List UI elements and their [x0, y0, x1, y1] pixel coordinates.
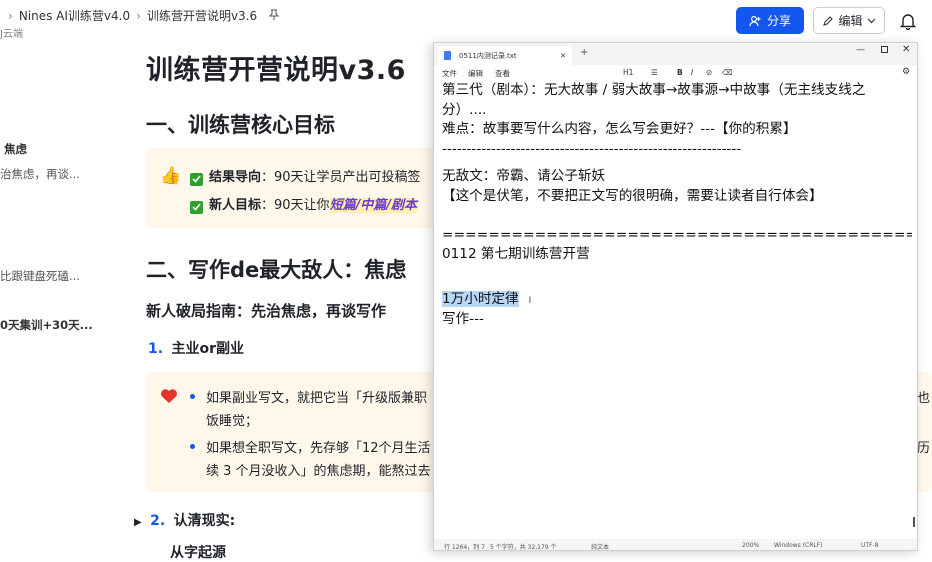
callout-goals: 👍 结果导向：90天让学员产出可投稿签 新人目标：90天让你短篇/中篇/剧本	[146, 148, 446, 228]
collapse-triangle-icon[interactable]: ▶	[134, 517, 142, 528]
share-users-icon	[749, 15, 761, 26]
outline-item-treat-anxiety[interactable]: 治焦虑，再谈...	[0, 166, 80, 182]
maximize-icon[interactable]	[881, 46, 888, 53]
clear-format-icon[interactable]: ⌫	[722, 68, 733, 77]
list-item-face-reality[interactable]: ▶ 2. 认清现实:	[134, 510, 235, 530]
status-line-ending[interactable]: Windows (CRLF)	[774, 542, 823, 549]
notepad-text-area[interactable]: 第三代（剧本）：无大故事 / 弱大故事→故事源→中故事（无主线支线之 分）...…	[442, 81, 912, 329]
bullet-full-time-line1: 如果想全职写文，先存够「12个月生活	[206, 441, 431, 456]
goal-text: ：90天让学员产出可投稿签	[261, 170, 421, 185]
scrollbar-thumb[interactable]	[913, 517, 915, 527]
chevron-right-icon: ›	[8, 8, 13, 23]
bell-icon[interactable]	[899, 12, 917, 34]
outline-item-anxiety[interactable]: 焦虑	[4, 141, 27, 157]
chevron-right-icon: ›	[136, 8, 141, 23]
text-line	[442, 206, 912, 226]
list-number: 1.	[148, 341, 164, 357]
selected-text: 1万小时定律	[442, 291, 519, 307]
text-line: ========================================…	[442, 226, 912, 243]
close-tab-icon[interactable]: ✕	[560, 52, 566, 60]
list-label: 主业or副业	[171, 341, 245, 357]
edit-label: 编辑	[838, 14, 863, 28]
bullet-icon	[190, 394, 195, 399]
text-line: 难点：故事要写什么内容，怎么写会更好？---【你的积累】	[442, 121, 797, 137]
text-line-selected: 1万小时定律 I	[442, 290, 912, 310]
callout-goal-item-1: 结果导向：90天让学员产出可投稿签	[190, 166, 421, 186]
breadcrumb-item-doc[interactable]: 训练营开营说明v3.6	[147, 7, 257, 24]
status-char-count: 5 个字符，共 32,179 个	[490, 544, 557, 551]
text-line: 无敌文：帝霸、请公子斩妖	[442, 168, 606, 184]
text-line: 写作---	[442, 310, 484, 327]
text-line: ----------------------------------------…	[442, 140, 742, 157]
close-window-icon[interactable]: ✕	[902, 44, 910, 55]
goal-label: 新人目标	[209, 198, 262, 213]
checkmark-icon	[190, 200, 203, 214]
page-title: 训练营开营说明v3.6	[146, 55, 406, 86]
list-label: 认清现实:	[173, 513, 236, 529]
section-heading-anxiety: 二、写作de最大敌人：焦虑	[146, 258, 407, 282]
status-position: 行 1264，列 7	[444, 544, 485, 551]
goal-label: 结果导向	[209, 170, 262, 185]
bullet-full-time-line2: 续 3 个月没收入」的焦虑期，能熬过去	[206, 464, 431, 479]
list-icon[interactable]: ☰	[651, 68, 658, 77]
text-line: 0112 第七期训练营开营	[442, 246, 590, 262]
pin-icon[interactable]	[268, 9, 280, 23]
breadcrumb-sub-label: J云端	[0, 29, 23, 40]
list-item-main-or-side: 1. 主业or副业	[148, 338, 244, 358]
goal-text: ：90天让你	[261, 198, 330, 213]
callout-goal-item-2: 新人目标：90天让你短篇/中篇/剧本	[190, 194, 418, 214]
link-icon[interactable]: ⊘	[706, 68, 712, 77]
goal-highlight: 短篇/中篇/剧本	[329, 198, 418, 213]
notepad-status-bar: 行 1264，列 7 5 个字符，共 32,179 个 纯文本 200% Win…	[434, 539, 917, 551]
bullet-side-job-line1: 如果副业写文，就把它当「升级版兼职	[206, 391, 428, 406]
breadcrumb: › Nines AI训练营v4.0 › 训练营开营说明v3.6	[8, 7, 280, 24]
add-tab-icon[interactable]: +	[580, 47, 588, 58]
share-label: 分享	[766, 14, 791, 28]
bullet-side-job-line2: 饭睡觉；	[206, 414, 259, 429]
status-zoom[interactable]: 200%	[742, 542, 759, 549]
status-format: 纯文本	[591, 544, 610, 551]
checkmark-icon	[190, 172, 203, 186]
heading-dropdown[interactable]: H1	[623, 68, 633, 77]
notepad-menubar: 文件 编辑 查看 H1 ☰ B I ⊘ ⌫ ⚙	[434, 65, 917, 81]
text-line: 分）....	[442, 101, 487, 118]
subheading-guide: 新人破局指南：先治焦虑，再谈写作	[146, 302, 387, 320]
text-line: 【这个是伏笔，不要把正文写的很明确，需要让读者自行体会】	[442, 187, 823, 204]
bullet-icon	[190, 444, 195, 449]
text-line: 第三代（剧本）：无大故事 / 弱大故事→故事源→中故事（无主线支线之	[442, 82, 866, 98]
outline-item-keyboard[interactable]: 比跟键盘死磕...	[0, 268, 80, 284]
status-encoding[interactable]: UTF-8	[861, 542, 879, 549]
thumbs-up-emoji-icon: 👍	[160, 166, 182, 186]
heart-icon	[160, 388, 178, 408]
gear-icon[interactable]: ⚙	[902, 67, 910, 77]
document-icon	[444, 51, 451, 60]
list-item-partial: 从字起源	[170, 545, 226, 561]
edit-button[interactable]: 编辑	[813, 7, 885, 34]
chevron-down-icon	[867, 18, 875, 23]
outline-item-camp[interactable]: 0天集训+30天...	[0, 317, 93, 333]
text-cursor-icon: I	[528, 296, 532, 306]
menu-file[interactable]: 文件	[442, 68, 457, 79]
breadcrumb-item-workspace[interactable]: Nines AI训练营v4.0	[19, 7, 130, 24]
italic-button[interactable]: I	[691, 68, 693, 77]
notepad-window[interactable]: 0511内测记录.txt ✕ + — ✕ 文件 编辑 查看 H1 ☰ B I ⊘…	[433, 42, 918, 551]
menu-view[interactable]: 查看	[495, 68, 510, 79]
share-button[interactable]: 分享	[736, 7, 804, 34]
pencil-icon	[823, 15, 834, 26]
bold-button[interactable]: B	[677, 68, 683, 77]
notepad-tab-title: 0511内测记录.txt	[459, 51, 517, 60]
list-number: 2.	[150, 513, 166, 529]
text-line	[442, 265, 912, 285]
section-heading-core-goals: 一、训练营核心目标	[146, 113, 335, 137]
minimize-icon[interactable]: —	[856, 45, 865, 55]
notepad-tab[interactable]: 0511内测记录.txt ✕	[438, 46, 572, 65]
notepad-titlebar[interactable]: 0511内测记录.txt ✕ + — ✕	[434, 43, 917, 65]
menu-edit[interactable]: 编辑	[468, 68, 483, 79]
